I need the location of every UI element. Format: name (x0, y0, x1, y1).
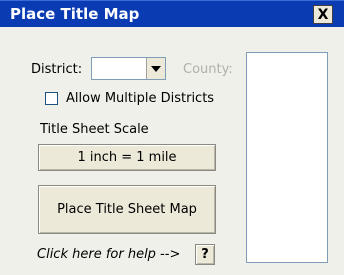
scale-button-label: 1 inch = 1 mile (77, 150, 177, 165)
help-text: Click here for help --> (37, 247, 181, 262)
place-title-sheet-map-button[interactable]: Place Title Sheet Map (38, 185, 216, 234)
close-button[interactable]: X (313, 5, 333, 24)
scale-button[interactable]: 1 inch = 1 mile (38, 144, 216, 171)
county-listbox[interactable] (246, 52, 328, 263)
county-label: County: (183, 62, 233, 77)
chevron-down-icon[interactable] (146, 58, 165, 79)
title-sheet-scale-heading: Title Sheet Scale (40, 122, 149, 137)
window-title: Place Title Map (10, 5, 140, 23)
help-button[interactable]: ? (195, 244, 215, 265)
help-icon: ? (201, 247, 209, 262)
district-dropdown[interactable] (91, 57, 166, 80)
place-button-label: Place Title Sheet Map (57, 202, 197, 217)
district-label: District: (31, 62, 83, 77)
title-bar: Place Title Map X (0, 0, 344, 27)
allow-multiple-districts-checkbox[interactable] (45, 92, 58, 105)
close-icon: X (317, 6, 329, 23)
allow-multiple-districts-label[interactable]: Allow Multiple Districts (66, 91, 214, 106)
